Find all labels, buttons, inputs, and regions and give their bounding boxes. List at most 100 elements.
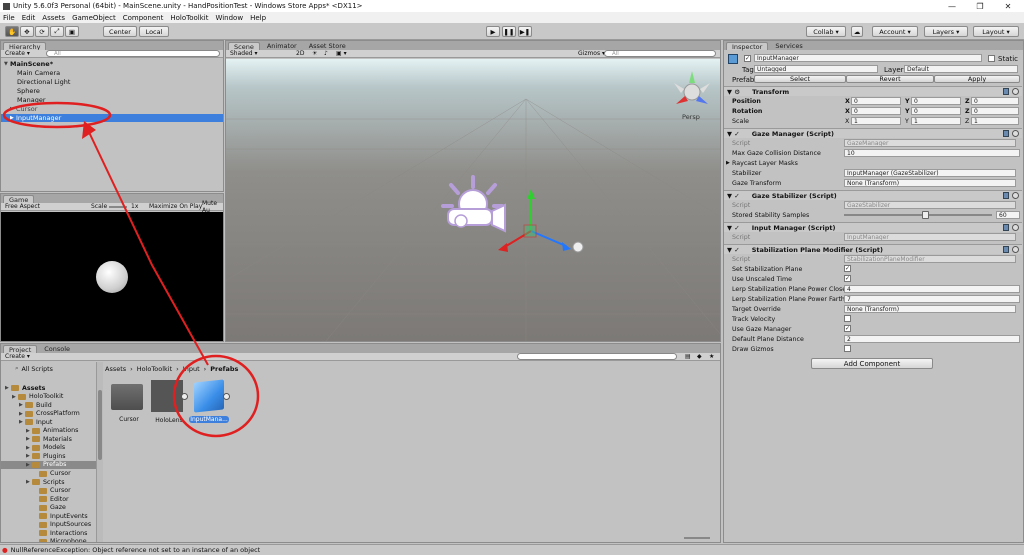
rotate-tool-icon[interactable]: ⟳: [35, 26, 49, 37]
stabilizer-field[interactable]: InputManager (GazeStabilizer): [844, 169, 1016, 177]
position-x-field[interactable]: 0: [851, 97, 901, 105]
tree-item[interactable]: ▶ Build: [19, 401, 52, 409]
breadcrumb-holotoolkit[interactable]: HoloToolkit: [137, 365, 172, 373]
gizmos-dropdown[interactable]: Gizmos ▾: [578, 50, 605, 57]
tree-item[interactable]: InputSources: [33, 521, 91, 529]
set-plane-checkbox[interactable]: ✓: [844, 265, 851, 272]
scale-x-field[interactable]: 1: [851, 117, 901, 125]
audio-icon[interactable]: ♪: [324, 50, 328, 57]
tree-item[interactable]: Cursor: [33, 487, 71, 495]
aspect-dropdown[interactable]: Free Aspect: [5, 203, 40, 210]
expand-prefab-icon[interactable]: [181, 393, 188, 400]
active-checkbox[interactable]: ✓: [744, 55, 751, 62]
shading-dropdown[interactable]: Shaded ▾: [230, 50, 258, 57]
hierarchy-search-input[interactable]: All: [46, 50, 220, 57]
rotation-x-field[interactable]: 0: [851, 107, 901, 115]
tag-dropdown[interactable]: Untagged: [754, 65, 878, 73]
asset-tile[interactable]: HoloLens: [151, 380, 188, 428]
tree-item[interactable]: ▶ HoloToolkit: [12, 393, 63, 401]
tab-animator[interactable]: Animator: [262, 42, 302, 50]
pivot-center-button[interactable]: Center: [103, 26, 137, 37]
gear-icon[interactable]: [1012, 192, 1019, 199]
tab-game[interactable]: Game: [3, 195, 35, 204]
tree-item[interactable]: ▶ Animations: [26, 427, 78, 435]
scene-viewport[interactable]: Persp: [226, 59, 720, 341]
tree-item[interactable]: ▶ Prefabs: [1, 460, 96, 469]
asset-tile-selected[interactable]: InputMana...: [189, 379, 230, 428]
prefab-select-button[interactable]: Select: [754, 75, 846, 83]
track-velocity-checkbox[interactable]: [844, 315, 851, 322]
hierarchy-item[interactable]: Sphere: [17, 87, 40, 95]
pause-icon[interactable]: ❚❚: [502, 26, 516, 37]
static-checkbox[interactable]: [988, 55, 995, 62]
transform-header[interactable]: ▼ ⚙ Transform: [724, 86, 1022, 96]
effects-icon[interactable]: ▣ ▾: [336, 50, 347, 57]
menu-component[interactable]: Component: [123, 14, 164, 22]
tree-item[interactable]: ▶ CrossPlatform: [19, 410, 80, 418]
tree-item[interactable]: Editor: [33, 495, 69, 503]
gaze-transform-field[interactable]: None (Transform): [844, 179, 1016, 187]
hierarchy-item[interactable]: ▶ Cursor: [10, 105, 37, 113]
filter-type-icon[interactable]: ▤: [685, 353, 691, 360]
project-create-button[interactable]: Create ▾: [5, 353, 30, 360]
tree-item[interactable]: ▶ Input: [19, 418, 52, 426]
hierarchy-item-selected[interactable]: ▶ InputManager: [1, 114, 223, 122]
input-manager-header[interactable]: ▼ ✓ Input Manager (Script): [724, 222, 1022, 232]
tree-item[interactable]: Microphone: [33, 538, 87, 542]
move-handle-icon[interactable]: [498, 189, 571, 252]
all-scripts-item[interactable]: ⌕ All Scripts: [15, 365, 53, 373]
scene-root[interactable]: ▼ MainScene*: [4, 60, 53, 68]
sphere-object[interactable]: [572, 241, 584, 253]
asset-tile[interactable]: Cursor: [111, 380, 147, 428]
menu-edit[interactable]: Edit: [22, 14, 36, 22]
tree-item[interactable]: ▶ Materials: [26, 435, 72, 443]
tree-item[interactable]: ▶ Plugins: [26, 452, 66, 460]
scene-search-input[interactable]: All: [604, 50, 716, 57]
lighting-icon[interactable]: ☀: [312, 50, 317, 57]
scale-slider[interactable]: [109, 206, 127, 208]
help-book-icon[interactable]: [1003, 224, 1009, 231]
max-distance-field[interactable]: 10: [844, 149, 1020, 157]
orientation-gizmo-icon[interactable]: [674, 71, 710, 104]
hierarchy-item[interactable]: Directional Light: [17, 78, 70, 86]
tab-asset-store[interactable]: Asset Store: [304, 42, 351, 50]
menu-window[interactable]: Window: [215, 14, 243, 22]
unscaled-time-checkbox[interactable]: ✓: [844, 275, 851, 282]
gear-icon[interactable]: [1012, 88, 1019, 95]
plane-distance-field[interactable]: 2: [844, 335, 1020, 343]
use-gaze-checkbox[interactable]: ✓: [844, 325, 851, 332]
scale-tool-icon[interactable]: ⤢: [50, 26, 64, 37]
gear-icon[interactable]: [1012, 246, 1019, 253]
project-search-input[interactable]: [517, 353, 677, 360]
help-book-icon[interactable]: [1003, 192, 1009, 199]
help-book-icon[interactable]: [1003, 246, 1009, 253]
play-icon[interactable]: ▶: [486, 26, 500, 37]
position-y-field[interactable]: 0: [911, 97, 961, 105]
scale-z-field[interactable]: 1: [971, 117, 1019, 125]
maximize-icon[interactable]: ❐: [966, 0, 994, 12]
stab-plane-header[interactable]: ▼ ✓ Stabilization Plane Modifier (Script): [724, 244, 1022, 254]
hand-tool-icon[interactable]: ✋: [5, 26, 19, 37]
maximize-on-play-button[interactable]: Maximize On Play: [149, 203, 202, 210]
layer-dropdown[interactable]: Default: [904, 65, 1018, 73]
hierarchy-item[interactable]: Main Camera: [17, 69, 60, 77]
hierarchy-item[interactable]: Manager: [17, 96, 46, 104]
raycast-row[interactable]: ▶ Raycast Layer Masks: [724, 158, 1022, 168]
gaze-stabilizer-header[interactable]: ▼ ✓ Gaze Stabilizer (Script): [724, 190, 1022, 200]
persp-label[interactable]: Persp: [682, 113, 700, 121]
hierarchy-create-button[interactable]: Create ▾: [5, 50, 30, 57]
position-z-field[interactable]: 0: [971, 97, 1019, 105]
help-book-icon[interactable]: [1003, 88, 1009, 95]
expand-prefab-icon[interactable]: [223, 393, 230, 400]
tab-services[interactable]: Services: [770, 42, 807, 50]
tab-console[interactable]: Console: [39, 345, 75, 353]
menu-holotoolkit[interactable]: HoloToolkit: [170, 14, 208, 22]
pivot-local-button[interactable]: Local: [139, 26, 169, 37]
cloud-icon[interactable]: ☁: [851, 26, 863, 37]
target-override-field[interactable]: None (Transform): [844, 305, 1016, 313]
tree-item[interactable]: InputEvents: [33, 512, 88, 520]
scroll-thumb[interactable]: [98, 390, 102, 460]
rotation-y-field[interactable]: 0: [911, 107, 961, 115]
tab-scene[interactable]: Scene: [228, 42, 260, 51]
object-name-field[interactable]: InputManager: [754, 54, 982, 62]
